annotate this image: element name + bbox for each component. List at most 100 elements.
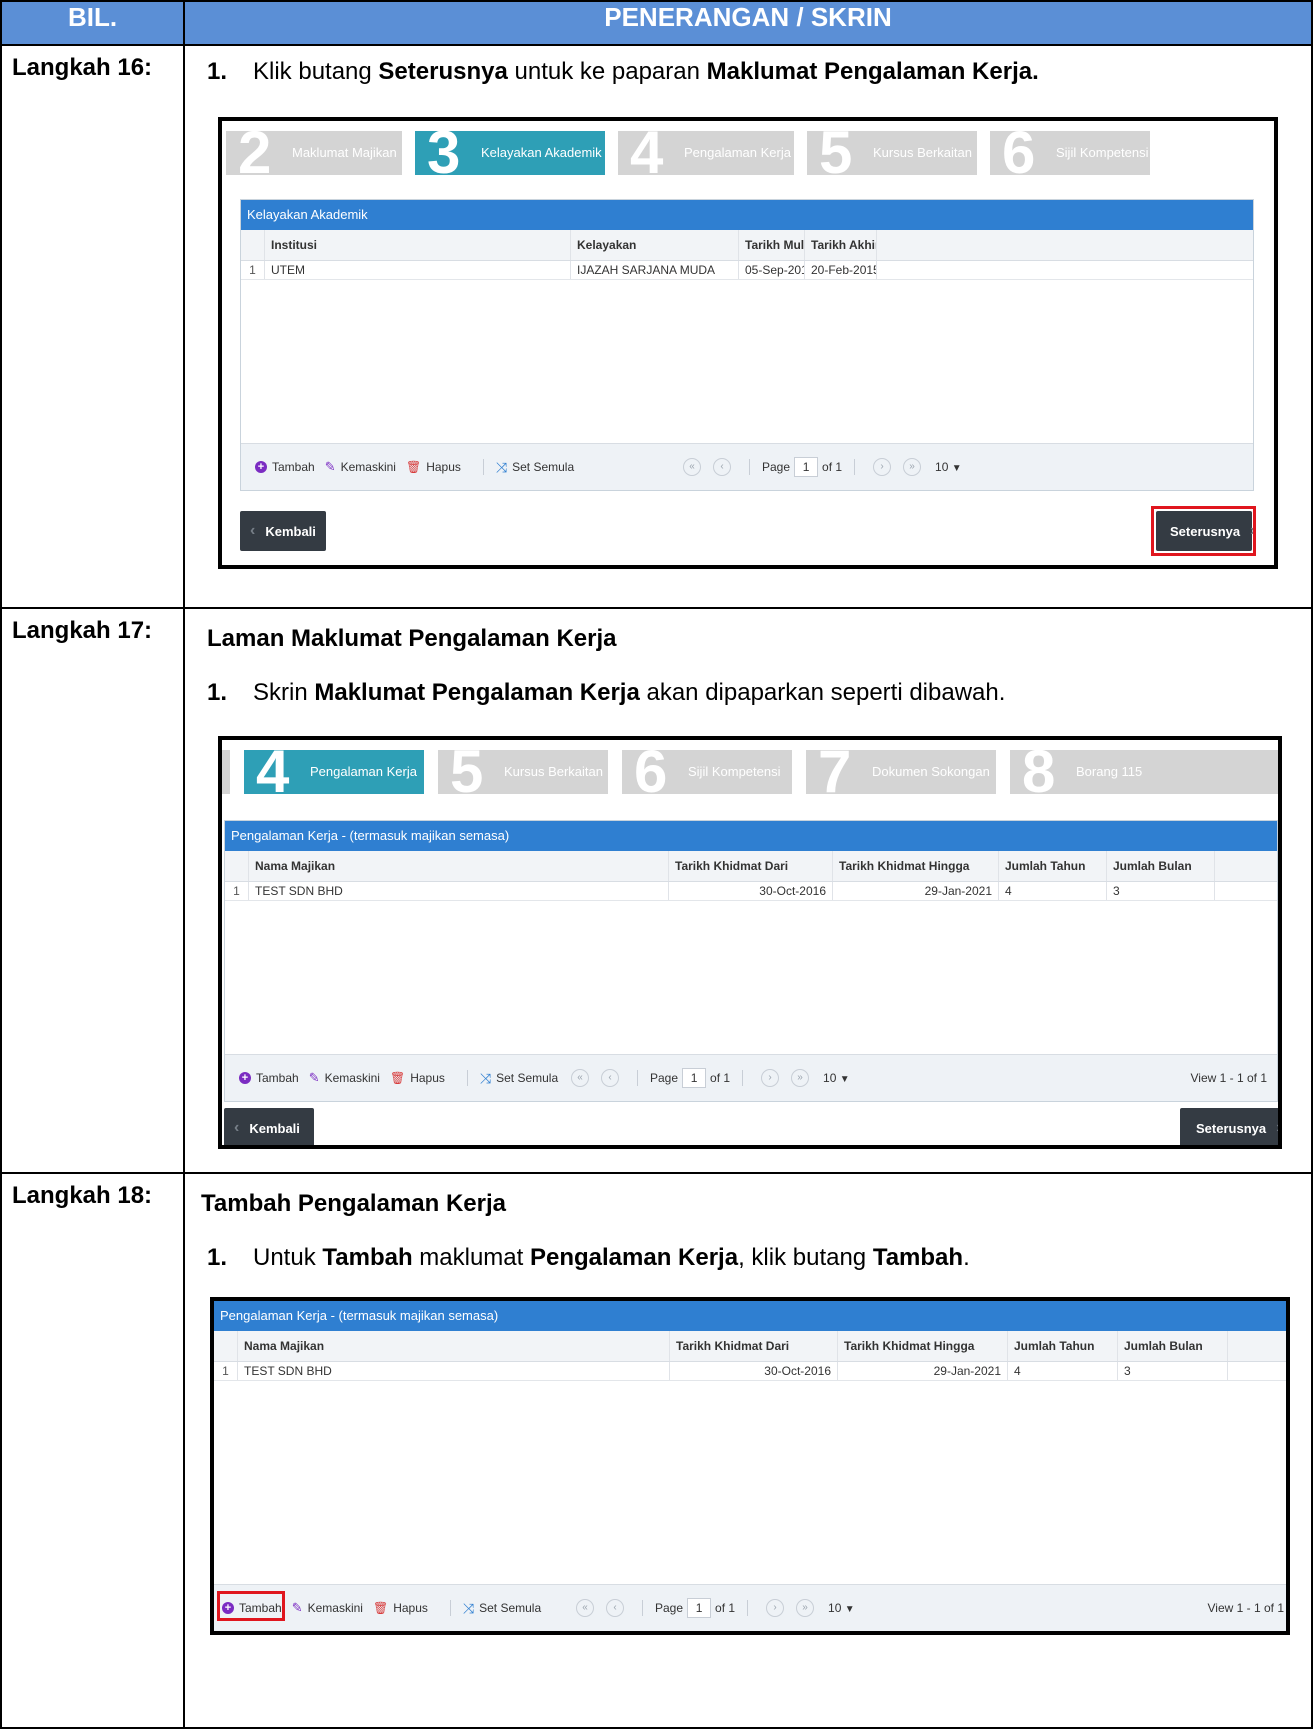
tambah-button[interactable]: + Tambah [239, 1071, 299, 1085]
set-semula-button[interactable]: ⤨ Set Semula [496, 459, 574, 476]
wizard-step[interactable]: 5 Kursus Berkaitan [438, 742, 608, 802]
table-row[interactable]: 1 TEST SDN BHD 30-Oct-2016 29-Jan-2021 4… [214, 1362, 1286, 1381]
wizard-step[interactable]: 5 Kursus Berkaitan [807, 123, 977, 183]
col-nama-majikan[interactable]: Nama Majikan [238, 1331, 670, 1361]
first-page-icon[interactable]: « [571, 1069, 589, 1087]
screenshot-pengalaman-kerja: 4 Pengalaman Kerja 5 Kursus Berkaitan 6 Sij… [218, 736, 1282, 1149]
first-page-icon[interactable]: « [683, 458, 701, 476]
last-page-icon[interactable]: » [796, 1599, 815, 1617]
pagination: «‹ Page 1 of 1 ›» 10 ▼ [570, 1585, 855, 1631]
col-jumlah-bulan[interactable]: Jumlah Bulan [1118, 1331, 1228, 1361]
page-size-select[interactable]: 10 ▼ [828, 1601, 855, 1615]
kemaskini-button[interactable]: ✎ Kemaskini [292, 1600, 363, 1616]
pengalaman-grid: Pengalaman Kerja - (termasuk majikan sem… [224, 820, 1278, 1102]
step-18-content: Tambah Pengalaman Kerja 1. Untuk Tambah m… [183, 1172, 1313, 1729]
wizard-step[interactable]: 6 Sijil Kompetensi [990, 123, 1150, 183]
step-16-content: 1. Klik butang Seterusnya untuk ke papara… [183, 44, 1313, 609]
header-penerangan: PENERANGAN / SKRIN [183, 0, 1313, 46]
next-page-icon[interactable]: › [761, 1069, 780, 1087]
chevron-down-icon: ▼ [839, 1074, 850, 1085]
screenshot-kelayakan-akademik: 2 Maklumat Majikan 3 Kelayakan Akademik 4P… [218, 117, 1278, 569]
view-count: View 1 - 1 of 1 [1207, 1601, 1285, 1615]
grid-header: Nama Majikan Tarikh Khidmat Dari Tarikh … [225, 851, 1277, 882]
kemaskini-button[interactable]: ✎ Kemaskini [309, 1070, 380, 1086]
page-size-select[interactable]: 10 ▼ [823, 1071, 850, 1085]
table-row[interactable]: 1 UTEM IJAZAH SARJANA MUDA 05-Sep-2011 2… [241, 261, 1253, 280]
step-18-instruction: 1. Untuk Tambah maklumat Pengalaman Kerja… [207, 1244, 970, 1271]
grid-caption: Pengalaman Kerja - (termasuk majikan sem… [214, 1301, 1286, 1331]
step-18-label: Langkah 18: [0, 1172, 185, 1729]
plus-icon: + [239, 1072, 251, 1084]
col-tarikh-hingga[interactable]: Tarikh Khidmat Hingga [833, 851, 999, 881]
next-page-icon[interactable]: › [766, 1599, 785, 1617]
wizard-steps: 4 Pengalaman Kerja 5 Kursus Berkaitan 6 Sij… [222, 740, 1278, 802]
plus-icon: + [255, 461, 267, 473]
wizard-step[interactable]: 2 Maklumat Majikan [226, 123, 402, 183]
pengalaman-grid: Pengalaman Kerja - (termasuk majikan sem… [214, 1301, 1286, 1631]
wizard-step[interactable]: 4 Pengalaman Kerja [618, 123, 794, 183]
kembali-button[interactable]: ‹ Kembali [240, 511, 326, 551]
highlight-box [217, 1591, 285, 1621]
next-page-icon[interactable]: › [873, 458, 892, 476]
col-institusi[interactable]: Institusi [265, 230, 571, 260]
chevron-right-icon: › [1276, 1119, 1282, 1136]
set-semula-button[interactable]: ⤨ Set Semula [480, 1070, 558, 1087]
document-page: BIL. PENERANGAN / SKRIN Langkah 16: 1. Kl… [0, 0, 1313, 1729]
col-jumlah-tahun[interactable]: Jumlah Tahun [1008, 1331, 1118, 1361]
last-page-icon[interactable]: » [791, 1069, 810, 1087]
hapus-button[interactable]: 🗑 Hapus [390, 1071, 445, 1085]
prev-page-icon[interactable]: ‹ [606, 1599, 624, 1617]
col-jumlah-bulan[interactable]: Jumlah Bulan [1107, 851, 1215, 881]
shuffle-icon: ⤨ [462, 1599, 475, 1616]
step-16-label: Langkah 16: [0, 44, 185, 609]
col-jumlah-tahun[interactable]: Jumlah Tahun [999, 851, 1107, 881]
col-nama-majikan[interactable]: Nama Majikan [249, 851, 669, 881]
wizard-step-active[interactable]: 4 Pengalaman Kerja [244, 742, 424, 802]
set-semula-button[interactable]: ⤨ Set Semula [463, 1600, 541, 1617]
wizard-step-active[interactable]: 3 Kelayakan Akademik [415, 123, 605, 183]
pencil-icon: ✎ [324, 459, 336, 474]
pencil-icon: ✎ [308, 1070, 320, 1085]
last-page-icon[interactable]: » [903, 458, 922, 476]
view-count: View 1 - 1 of 1 [1190, 1071, 1268, 1085]
grid-toolbar: + Tambah ✎ Kemaskini 🗑 Hapus ⤨ Set Semula «‹… [214, 1584, 1286, 1631]
col-tarikh-mula[interactable]: Tarikh Mula [739, 230, 805, 260]
step-17-instruction: 1. Skrin Maklumat Pengalaman Kerja akan d… [207, 679, 1006, 706]
col-tarikh-hingga[interactable]: Tarikh Khidmat Hingga [838, 1331, 1008, 1361]
chevron-down-icon: ▼ [844, 1604, 855, 1615]
pagination: «‹ Page 1 of 1 ›» 10 ▼ [677, 444, 962, 490]
prev-page-icon[interactable]: ‹ [713, 458, 731, 476]
first-page-icon[interactable]: « [576, 1599, 594, 1617]
page-input[interactable]: 1 [794, 457, 819, 477]
seterusnya-button[interactable]: Seterusnya › [1180, 1108, 1282, 1145]
kembali-button[interactable]: ‹ Kembali [224, 1108, 314, 1145]
highlight-box [1151, 506, 1256, 556]
shuffle-icon: ⤨ [479, 1069, 492, 1086]
step-16-instruction: 1. Klik butang Seterusnya untuk ke papara… [207, 58, 1039, 85]
col-kelayakan[interactable]: Kelayakan [571, 230, 739, 260]
wizard-step[interactable]: 6 Sijil Kompetensi [622, 742, 792, 802]
page-input[interactable]: 1 [682, 1068, 707, 1088]
wizard-step[interactable]: 7 Dokumen Sokongan [806, 742, 996, 802]
page-size-select[interactable]: 10 ▼ [935, 460, 962, 474]
col-tarikh-dari[interactable]: Tarikh Khidmat Dari [670, 1331, 838, 1361]
hapus-button[interactable]: 🗑 Hapus [406, 460, 461, 474]
step-18-heading: Tambah Pengalaman Kerja [201, 1190, 506, 1217]
page-input[interactable]: 1 [687, 1598, 712, 1618]
kemaskini-button[interactable]: ✎ Kemaskini [325, 459, 396, 475]
step-17-content: Laman Maklumat Pengalaman Kerja 1. Skrin … [183, 607, 1313, 1174]
trash-icon: 🗑 [389, 1071, 406, 1085]
shuffle-icon: ⤨ [495, 458, 508, 475]
grid-caption: Pengalaman Kerja - (termasuk majikan sem… [225, 821, 1277, 851]
col-tarikh-dari[interactable]: Tarikh Khidmat Dari [669, 851, 833, 881]
hapus-button[interactable]: 🗑 Hapus [373, 1601, 428, 1615]
instruction-table: BIL. PENERANGAN / SKRIN Langkah 16: 1. Kl… [0, 0, 1313, 1729]
wizard-step[interactable]: 8 Borang 115 [1010, 742, 1278, 802]
grid-toolbar: + Tambah ✎ Kemaskini 🗑 Hapus ⤨ Set Semula « ‹… [225, 1054, 1277, 1101]
header-bil: BIL. [0, 0, 185, 46]
tambah-button[interactable]: + Tambah [255, 460, 315, 474]
table-row[interactable]: 1 TEST SDN BHD 30-Oct-2016 29-Jan-2021 4… [225, 882, 1277, 901]
prev-page-icon[interactable]: ‹ [601, 1069, 619, 1087]
grid-header: Nama Majikan Tarikh Khidmat Dari Tarikh … [214, 1331, 1286, 1362]
col-tarikh-akhir[interactable]: Tarikh Akhir [805, 230, 877, 260]
